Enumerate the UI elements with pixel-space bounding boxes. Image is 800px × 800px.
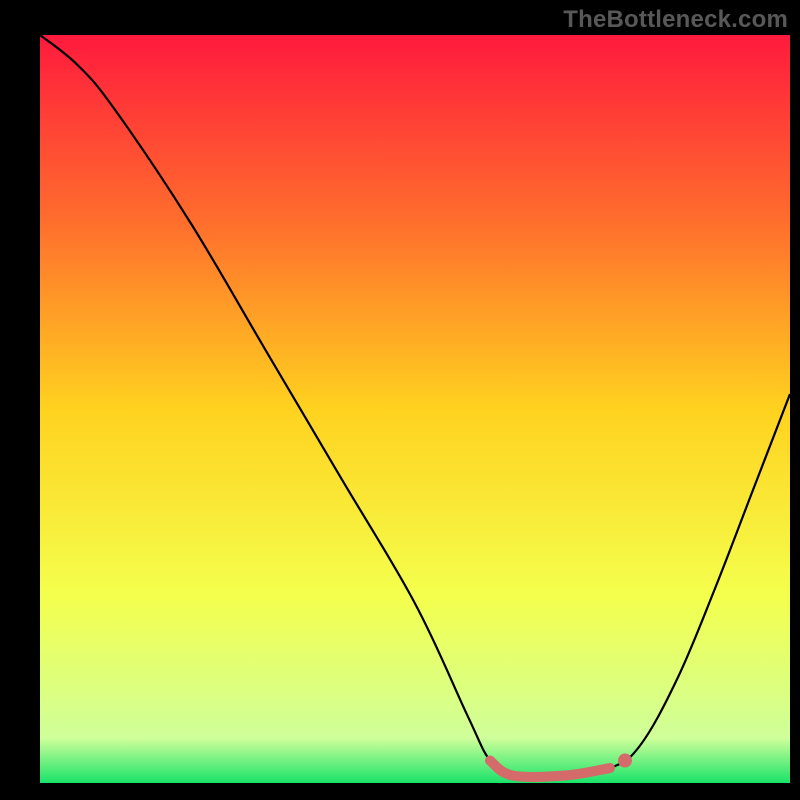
optimal-end-dot <box>618 754 632 768</box>
chart-background <box>40 35 790 783</box>
bottleneck-chart <box>0 0 800 800</box>
chart-frame: TheBottleneck.com <box>0 0 800 800</box>
